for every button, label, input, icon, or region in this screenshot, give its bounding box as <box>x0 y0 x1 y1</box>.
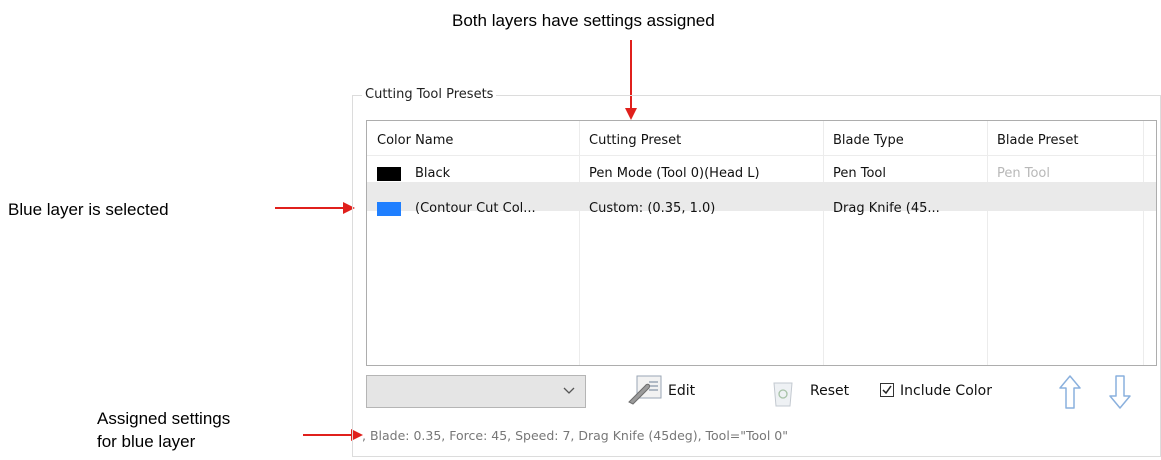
column-header-blade-type[interactable]: Blade Type <box>833 132 904 150</box>
row-color-name: Black <box>415 166 451 181</box>
annotation-assigned-settings-line1: Assigned settings <box>97 409 231 428</box>
column-separator <box>987 121 988 365</box>
assigned-settings-status: , Blade: 0.35, Force: 45, Speed: 7, Drag… <box>362 428 788 443</box>
reset-label: Reset <box>810 383 850 399</box>
arrow-down-icon[interactable] <box>1108 374 1132 410</box>
annotation-blue-selected: Blue layer is selected <box>8 200 169 219</box>
row-cutting-preset: Custom: (0.35, 1.0) <box>589 201 716 216</box>
annotation-assigned-settings-line2: for blue layer <box>97 432 196 451</box>
presets-table[interactable]: Color Name Cutting Preset Blade Type Bla… <box>366 120 1157 366</box>
color-swatch <box>377 202 401 216</box>
column-separator <box>1143 121 1144 365</box>
annotation-arrow-right-selected <box>275 202 355 214</box>
arrow-up-icon[interactable] <box>1058 374 1082 410</box>
color-swatch <box>377 167 401 181</box>
include-color-checkbox[interactable] <box>880 383 894 397</box>
column-header-cutting-preset[interactable]: Cutting Preset <box>589 132 681 150</box>
row-blade-type: Drag Knife (45... <box>833 201 940 216</box>
include-color-label: Include Color <box>900 383 992 399</box>
edit-label: Edit <box>668 383 696 399</box>
row-cutting-preset: Pen Mode (Tool 0)(Head L) <box>589 166 760 181</box>
row-blade-preset: Pen Tool <box>997 166 1050 181</box>
recycle-bin-icon <box>773 382 793 407</box>
column-separator <box>579 121 580 365</box>
chevron-down-icon <box>563 387 575 394</box>
checkmark-icon <box>882 385 892 395</box>
table-header: Color Name Cutting Preset Blade Type Bla… <box>367 121 1156 156</box>
column-header-color-name[interactable]: Color Name <box>377 132 453 150</box>
preset-combo[interactable] <box>366 375 586 408</box>
row-color-name: (Contour Cut Col... <box>415 201 536 216</box>
group-title: Cutting Tool Presets <box>362 87 497 102</box>
annotation-settings-assigned: Both layers have settings assigned <box>452 11 715 30</box>
column-separator <box>823 121 824 365</box>
row-blade-type: Pen Tool <box>833 166 886 181</box>
column-header-blade-preset[interactable]: Blade Preset <box>997 132 1078 150</box>
edit-icon <box>628 375 662 405</box>
